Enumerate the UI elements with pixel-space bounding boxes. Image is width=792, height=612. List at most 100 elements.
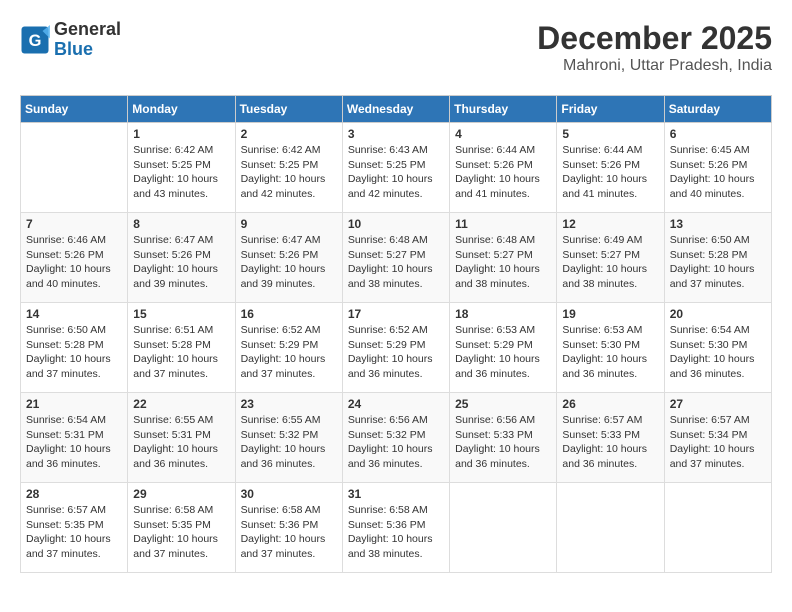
day-number: 12 xyxy=(562,217,658,231)
calendar-cell: 19Sunrise: 6:53 AMSunset: 5:30 PMDayligh… xyxy=(557,303,664,393)
calendar-cell: 5Sunrise: 6:44 AMSunset: 5:26 PMDaylight… xyxy=(557,123,664,213)
calendar-cell: 3 Sunrise: 6:43 AMSunset: 5:25 PMDaylight… xyxy=(342,123,449,213)
calendar-cell: 16 Sunrise: 6:52 AMSunset: 5:29 PMDayligh… xyxy=(235,303,342,393)
day-number: 23 xyxy=(241,397,337,411)
day-number: 24 xyxy=(348,397,444,411)
calendar-cell: 6Sunrise: 6:45 AMSunset: 5:26 PMDaylight… xyxy=(664,123,771,213)
day-info: Sunrise: 6:50 AMSunset: 5:28 PMDaylight:… xyxy=(670,233,766,292)
calendar-cell: 30Sunrise: 6:58 AMSunset: 5:36 PMDayligh… xyxy=(235,483,342,573)
day-info: Sunrise: 6:58 AMSunset: 5:36 PMDaylight:… xyxy=(348,503,444,562)
day-number: 22 xyxy=(133,397,229,411)
day-info: Sunrise: 6:56 AMSunset: 5:33 PMDaylight:… xyxy=(455,413,551,472)
calendar-cell: 4 Sunrise: 6:44 AMSunset: 5:26 PMDaylight… xyxy=(450,123,557,213)
weekday-header-friday: Friday xyxy=(557,96,664,123)
day-info: Sunrise: 6:53 AMSunset: 5:30 PMDaylight:… xyxy=(562,323,658,382)
calendar-cell: 26 Sunrise: 6:57 AMSunset: 5:33 PMDayligh… xyxy=(557,393,664,483)
day-number: 8 xyxy=(133,217,229,231)
calendar-cell: 27 Sunrise: 6:57 AMSunset: 5:34 PMDayligh… xyxy=(664,393,771,483)
calendar-week-5: 28 Sunrise: 6:57 AMSunset: 5:35 PMDayligh… xyxy=(21,483,772,573)
calendar-cell: 28 Sunrise: 6:57 AMSunset: 5:35 PMDayligh… xyxy=(21,483,128,573)
day-number: 21 xyxy=(26,397,122,411)
day-info: Sunrise: 6:50 AMSunset: 5:28 PMDaylight:… xyxy=(26,323,122,382)
weekday-header-sunday: Sunday xyxy=(21,96,128,123)
day-info: Sunrise: 6:57 AMSunset: 5:33 PMDaylight:… xyxy=(562,413,658,472)
day-info: Sunrise: 6:57 AMSunset: 5:34 PMDaylight:… xyxy=(670,413,766,472)
calendar-cell: 21 Sunrise: 6:54 AMSunset: 5:31 PMDayligh… xyxy=(21,393,128,483)
calendar-week-1: 1Sunrise: 6:42 AMSunset: 5:25 PMDaylight… xyxy=(21,123,772,213)
day-info: Sunrise: 6:49 AMSunset: 5:27 PMDaylight:… xyxy=(562,233,658,292)
weekday-header-thursday: Thursday xyxy=(450,96,557,123)
calendar-cell: 23 Sunrise: 6:55 AMSunset: 5:32 PMDayligh… xyxy=(235,393,342,483)
day-info: Sunrise: 6:42 AMSunset: 5:25 PMDaylight:… xyxy=(133,143,229,202)
logo: G General Blue xyxy=(20,20,121,60)
day-info: Sunrise: 6:55 AMSunset: 5:31 PMDaylight:… xyxy=(133,413,229,472)
svg-text:G: G xyxy=(29,32,42,50)
day-number: 10 xyxy=(348,217,444,231)
day-info: Sunrise: 6:44 AMSunset: 5:26 PMDaylight:… xyxy=(455,143,551,202)
calendar-cell: 14 Sunrise: 6:50 AMSunset: 5:28 PMDayligh… xyxy=(21,303,128,393)
calendar-cell: 24Sunrise: 6:56 AMSunset: 5:32 PMDayligh… xyxy=(342,393,449,483)
calendar-week-4: 21 Sunrise: 6:54 AMSunset: 5:31 PMDayligh… xyxy=(21,393,772,483)
calendar-cell: 11Sunrise: 6:48 AMSunset: 5:27 PMDayligh… xyxy=(450,213,557,303)
weekday-header-wednesday: Wednesday xyxy=(342,96,449,123)
day-number: 16 xyxy=(241,307,337,321)
logo-blue: Blue xyxy=(54,39,93,59)
day-info: Sunrise: 6:53 AMSunset: 5:29 PMDaylight:… xyxy=(455,323,551,382)
day-info: Sunrise: 6:51 AMSunset: 5:28 PMDaylight:… xyxy=(133,323,229,382)
month-title: December 2025 xyxy=(537,20,772,57)
day-number: 14 xyxy=(26,307,122,321)
day-number: 20 xyxy=(670,307,766,321)
day-info: Sunrise: 6:52 AMSunset: 5:29 PMDaylight:… xyxy=(348,323,444,382)
day-info: Sunrise: 6:43 AMSunset: 5:25 PMDaylight:… xyxy=(348,143,444,202)
day-info: Sunrise: 6:54 AMSunset: 5:31 PMDaylight:… xyxy=(26,413,122,472)
day-number: 29 xyxy=(133,487,229,501)
calendar-cell: 17Sunrise: 6:52 AMSunset: 5:29 PMDayligh… xyxy=(342,303,449,393)
day-number: 15 xyxy=(133,307,229,321)
day-number: 3 xyxy=(348,127,444,141)
calendar-week-2: 7 Sunrise: 6:46 AMSunset: 5:26 PMDaylight… xyxy=(21,213,772,303)
day-number: 31 xyxy=(348,487,444,501)
day-number: 2 xyxy=(241,127,337,141)
day-number: 13 xyxy=(670,217,766,231)
location-title: Mahroni, Uttar Pradesh, India xyxy=(537,57,772,75)
day-number: 26 xyxy=(562,397,658,411)
calendar-cell: 7 Sunrise: 6:46 AMSunset: 5:26 PMDaylight… xyxy=(21,213,128,303)
calendar-cell: 10 Sunrise: 6:48 AMSunset: 5:27 PMDayligh… xyxy=(342,213,449,303)
calendar-cell: 1Sunrise: 6:42 AMSunset: 5:25 PMDaylight… xyxy=(128,123,235,213)
calendar-header-row: SundayMondayTuesdayWednesdayThursdayFrid… xyxy=(21,96,772,123)
day-number: 27 xyxy=(670,397,766,411)
logo-text: General Blue xyxy=(54,20,121,60)
day-number: 9 xyxy=(241,217,337,231)
day-info: Sunrise: 6:48 AMSunset: 5:27 PMDaylight:… xyxy=(455,233,551,292)
day-number: 25 xyxy=(455,397,551,411)
calendar-cell: 8 Sunrise: 6:47 AMSunset: 5:26 PMDaylight… xyxy=(128,213,235,303)
day-info: Sunrise: 6:52 AMSunset: 5:29 PMDaylight:… xyxy=(241,323,337,382)
calendar-cell: 12 Sunrise: 6:49 AMSunset: 5:27 PMDayligh… xyxy=(557,213,664,303)
day-info: Sunrise: 6:57 AMSunset: 5:35 PMDaylight:… xyxy=(26,503,122,562)
calendar-cell: 2 Sunrise: 6:42 AMSunset: 5:25 PMDaylight… xyxy=(235,123,342,213)
day-number: 30 xyxy=(241,487,337,501)
calendar-cell: 29 Sunrise: 6:58 AMSunset: 5:35 PMDayligh… xyxy=(128,483,235,573)
day-number: 4 xyxy=(455,127,551,141)
day-info: Sunrise: 6:54 AMSunset: 5:30 PMDaylight:… xyxy=(670,323,766,382)
weekday-header-saturday: Saturday xyxy=(664,96,771,123)
day-info: Sunrise: 6:58 AMSunset: 5:35 PMDaylight:… xyxy=(133,503,229,562)
weekday-header-tuesday: Tuesday xyxy=(235,96,342,123)
page-header: G General Blue December 2025 Mahroni, Ut… xyxy=(20,20,772,83)
calendar-cell xyxy=(450,483,557,573)
day-number: 28 xyxy=(26,487,122,501)
calendar-cell xyxy=(21,123,128,213)
logo-general: General xyxy=(54,19,121,39)
calendar-table: SundayMondayTuesdayWednesdayThursdayFrid… xyxy=(20,95,772,573)
calendar-cell: 22 Sunrise: 6:55 AMSunset: 5:31 PMDayligh… xyxy=(128,393,235,483)
weekday-header-monday: Monday xyxy=(128,96,235,123)
calendar-cell: 20 Sunrise: 6:54 AMSunset: 5:30 PMDayligh… xyxy=(664,303,771,393)
calendar-cell: 31 Sunrise: 6:58 AMSunset: 5:36 PMDayligh… xyxy=(342,483,449,573)
day-info: Sunrise: 6:42 AMSunset: 5:25 PMDaylight:… xyxy=(241,143,337,202)
day-info: Sunrise: 6:55 AMSunset: 5:32 PMDaylight:… xyxy=(241,413,337,472)
day-number: 7 xyxy=(26,217,122,231)
day-info: Sunrise: 6:46 AMSunset: 5:26 PMDaylight:… xyxy=(26,233,122,292)
day-info: Sunrise: 6:48 AMSunset: 5:27 PMDaylight:… xyxy=(348,233,444,292)
day-info: Sunrise: 6:47 AMSunset: 5:26 PMDaylight:… xyxy=(133,233,229,292)
calendar-cell: 18Sunrise: 6:53 AMSunset: 5:29 PMDayligh… xyxy=(450,303,557,393)
